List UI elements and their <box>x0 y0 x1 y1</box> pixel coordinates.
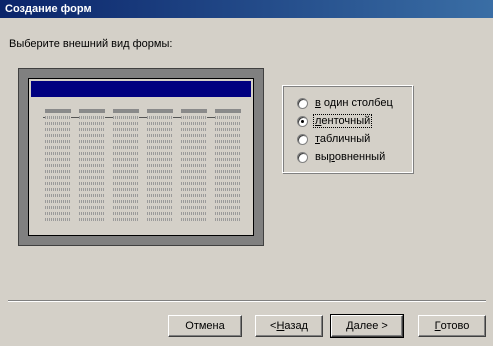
layout-preview <box>18 68 264 246</box>
finish-button[interactable]: Готово <box>418 315 486 337</box>
prompt-text: Выберите внешний вид формы: <box>9 38 173 50</box>
title-bar: Создание форм <box>0 0 493 18</box>
preview-column <box>113 109 139 221</box>
back-button[interactable]: < Назад <box>255 315 323 337</box>
option-datasheet-label: табличный <box>315 133 371 145</box>
option-tape-label: ленточный <box>312 114 373 128</box>
radio-justified[interactable] <box>297 151 308 163</box>
preview-column <box>79 109 105 221</box>
radio-datasheet[interactable] <box>297 133 308 145</box>
next-button[interactable]: Далее > <box>330 314 404 338</box>
preview-column <box>147 109 173 221</box>
option-columnar[interactable]: в один столбец <box>297 95 394 111</box>
window-title: Создание форм <box>5 3 92 15</box>
preview-column <box>181 109 207 221</box>
layout-options-group: в один столбец ленточный табличный выров… <box>282 85 413 173</box>
preview-column <box>215 109 241 221</box>
option-datasheet[interactable]: табличный <box>297 131 371 147</box>
option-tabular-tape[interactable]: ленточный <box>297 113 373 129</box>
preview-header-bar <box>31 81 251 97</box>
radio-tape[interactable] <box>297 115 308 127</box>
option-justified-label: выровненный <box>315 151 386 163</box>
option-columnar-label: в один столбец <box>315 97 393 109</box>
radio-columnar[interactable] <box>297 97 308 109</box>
cancel-button[interactable]: Отмена <box>168 315 242 337</box>
button-separator <box>8 300 486 302</box>
preview-divider <box>43 117 239 118</box>
preview-column <box>45 109 71 221</box>
preview-form <box>28 78 254 236</box>
option-justified[interactable]: выровненный <box>297 149 386 165</box>
